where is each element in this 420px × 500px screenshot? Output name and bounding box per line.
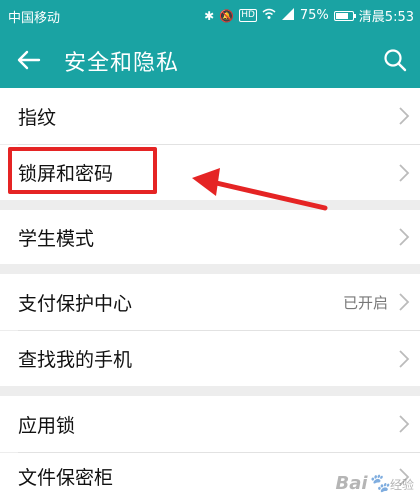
chevron-right-icon (399, 163, 410, 182)
back-arrow-icon (17, 50, 41, 70)
row-label: 支付保护中心 (18, 292, 133, 315)
battery-icon (333, 10, 356, 21)
watermark-suffix: 经验 (389, 478, 414, 492)
red-arrow-annotation (192, 168, 328, 211)
row-label: 文件保密柜 (18, 467, 114, 489)
row-label: 学生模式 (18, 227, 95, 250)
status-bar: 中国移动 ✱ 🔕 HD 75% 清晨5:53 (0, 0, 420, 32)
paw-icon: 🐾 (367, 473, 390, 494)
watermark-logo: Bai🐾经验 (336, 473, 414, 494)
search-icon (384, 49, 407, 72)
clock: 清晨5:53 (358, 10, 414, 25)
chevron-right-icon (399, 107, 410, 125)
bluetooth-icon: ✱ (204, 8, 215, 23)
settings-row-payment-protection[interactable]: 支付保护中心 已开启 (0, 274, 420, 330)
settings-row-find-my-phone[interactable]: 查找我的手机 (0, 331, 420, 386)
carrier-name: 中国移动 (8, 11, 61, 26)
chevron-right-icon (399, 415, 410, 433)
hd-badge: HD (239, 9, 257, 22)
battery-fill (335, 12, 348, 19)
highlight-box (8, 147, 157, 194)
status-icons: ✱ 🔕 HD 75% 清晨5:53 (204, 6, 414, 25)
battery-percent: 75% (299, 8, 329, 23)
row-label: 查找我的手机 (18, 349, 133, 371)
chevron-right-icon (399, 349, 410, 368)
settings-row-app-lock[interactable]: 应用锁 (0, 396, 420, 452)
status-text: 已开启 (342, 293, 388, 312)
settings-row-fingerprint[interactable]: 指纹 (0, 88, 420, 144)
row-label: 应用锁 (18, 414, 76, 437)
mute-icon: 🔕 (219, 8, 235, 23)
row-label: 指纹 (18, 106, 57, 129)
app-bar: 安全和隐私 (0, 32, 420, 88)
wifi-icon (262, 8, 276, 24)
back-button[interactable] (12, 44, 46, 76)
watermark-brand: Bai (335, 473, 368, 494)
chevron-right-icon (399, 228, 410, 246)
chevron-right-icon (399, 293, 410, 311)
signal-icon (281, 7, 295, 24)
page-title: 安全和隐私 (64, 51, 180, 76)
search-button[interactable] (378, 44, 412, 76)
